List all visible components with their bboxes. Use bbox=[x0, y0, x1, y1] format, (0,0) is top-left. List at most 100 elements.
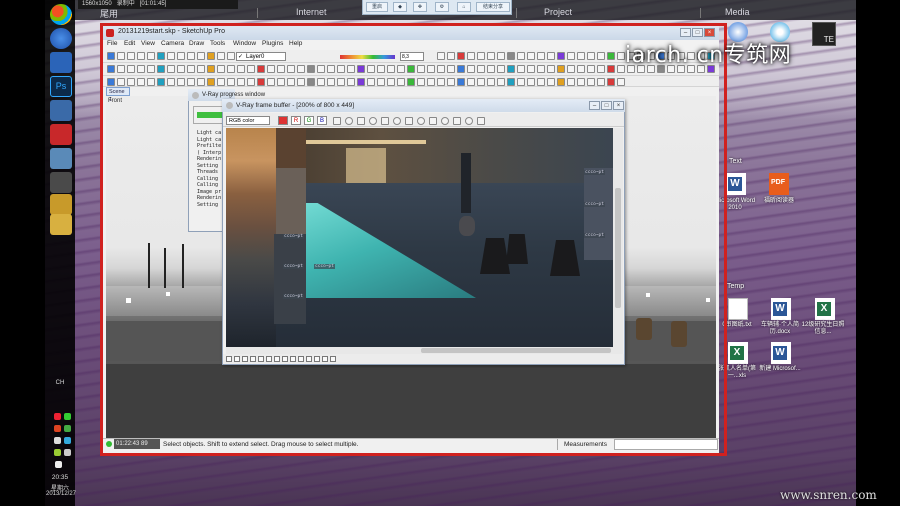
toolbar-tool-icon[interactable] bbox=[457, 78, 465, 86]
scene-tab[interactable]: Scene 1 bbox=[106, 87, 130, 103]
settings-icon[interactable]: ⚙ bbox=[435, 2, 449, 12]
toolbar-tool-icon[interactable] bbox=[477, 78, 485, 86]
taskbar-app-map-icon[interactable] bbox=[50, 100, 72, 121]
toolbar-tool-icon[interactable] bbox=[547, 78, 555, 86]
vray-fb-bottom-tool-icon[interactable] bbox=[330, 356, 336, 362]
toolbar-tool-icon[interactable] bbox=[377, 65, 385, 73]
toolbar-tool-icon[interactable] bbox=[607, 78, 615, 86]
toolbar-tool-icon[interactable] bbox=[127, 52, 135, 60]
toolbar-tool-icon[interactable] bbox=[187, 52, 195, 60]
toolbar-tool-icon[interactable] bbox=[127, 65, 135, 73]
toolbar-tool-icon[interactable] bbox=[527, 52, 535, 60]
toolbar-tool-icon[interactable] bbox=[337, 78, 345, 86]
vray-fb-bottom-tool-icon[interactable] bbox=[282, 356, 288, 362]
toolbar-tool-icon[interactable] bbox=[497, 65, 505, 73]
lock-icon[interactable]: ⌂ bbox=[457, 2, 471, 12]
toolbar-tool-icon[interactable] bbox=[417, 65, 425, 73]
toolbar-tool-icon[interactable] bbox=[537, 78, 545, 86]
toolbar-tool-icon[interactable] bbox=[477, 52, 485, 60]
tray-lime-icon[interactable] bbox=[54, 449, 61, 456]
toolbar-tool-icon[interactable] bbox=[217, 65, 225, 73]
taskbar-app-disc-icon[interactable] bbox=[50, 172, 72, 193]
toolbar-tool-icon[interactable] bbox=[257, 78, 265, 86]
toolbar-tool-icon[interactable] bbox=[317, 78, 325, 86]
vray-fb-bottom-tool-icon[interactable] bbox=[306, 356, 312, 362]
toolbar-tool-icon[interactable] bbox=[507, 78, 515, 86]
toolbar-tool-icon[interactable] bbox=[277, 65, 285, 73]
toolbar-tool-icon[interactable] bbox=[197, 78, 205, 86]
toolbar-tool-icon[interactable] bbox=[447, 78, 455, 86]
toolbar-tool-icon[interactable] bbox=[507, 52, 515, 60]
menu-window[interactable]: Window bbox=[233, 40, 256, 47]
menu-draw[interactable]: Draw bbox=[189, 40, 204, 47]
recorder-toolbar[interactable]: 1560x1050 录制中 [01:01:45] bbox=[78, 0, 238, 9]
red-channel-button[interactable]: R bbox=[291, 116, 301, 125]
menu-view[interactable]: View bbox=[141, 40, 155, 47]
toolbar-tool-icon[interactable] bbox=[537, 65, 545, 73]
vray-fb-bottom-tool-icon[interactable] bbox=[274, 356, 280, 362]
toolbar-tool-icon[interactable] bbox=[157, 65, 165, 73]
toolbar-tool-icon[interactable] bbox=[167, 52, 175, 60]
toolbar-tool-icon[interactable] bbox=[617, 52, 625, 60]
toolbar-tool-icon[interactable] bbox=[177, 78, 185, 86]
desktop-app-te-icon[interactable]: TE bbox=[812, 22, 836, 46]
toolbar-tool-icon[interactable] bbox=[147, 78, 155, 86]
desktop-word-icon[interactable]: W bbox=[726, 173, 746, 195]
toolbar-tool-icon[interactable] bbox=[547, 65, 555, 73]
toolbar-tool-icon[interactable] bbox=[567, 78, 575, 86]
toolbar-tool-icon[interactable] bbox=[197, 52, 205, 60]
toolbar-tool-icon[interactable] bbox=[597, 78, 605, 86]
toolbar-tool-icon[interactable] bbox=[427, 65, 435, 73]
taskbar-app-red-icon[interactable] bbox=[50, 124, 72, 145]
toolbar-tool-icon[interactable] bbox=[257, 65, 265, 73]
vray-fb-tool-icon[interactable] bbox=[465, 117, 473, 125]
toolbar-tool-icon[interactable] bbox=[167, 65, 175, 73]
toolbar-tool-icon[interactable] bbox=[617, 65, 625, 73]
toolbar-tool-icon[interactable] bbox=[147, 52, 155, 60]
toolbar-tool-icon[interactable] bbox=[157, 52, 165, 60]
toolbar-tool-icon[interactable] bbox=[497, 78, 505, 86]
toolbar-tool-icon[interactable] bbox=[587, 52, 595, 60]
menu-camera[interactable]: Camera bbox=[161, 40, 184, 47]
toolbar-tool-icon[interactable] bbox=[487, 52, 495, 60]
taskbar-app-photoshop-icon[interactable]: Ps bbox=[50, 76, 72, 97]
tray-shield-icon[interactable] bbox=[54, 413, 61, 420]
taskbar-app-browser-icon[interactable] bbox=[50, 28, 72, 49]
vray-fb-bottom-tool-icon[interactable] bbox=[234, 356, 240, 362]
toolbar-tool-icon[interactable] bbox=[387, 65, 395, 73]
desktop-pdf-reader-icon[interactable]: PDF bbox=[769, 173, 789, 195]
vray-fb-tool-icon[interactable] bbox=[429, 117, 437, 125]
toolbar-tool-icon[interactable] bbox=[157, 78, 165, 86]
blue-channel-button[interactable]: B bbox=[317, 116, 327, 125]
toolbar-tool-icon[interactable] bbox=[317, 65, 325, 73]
toolbar-tool-icon[interactable] bbox=[377, 78, 385, 86]
toolbar-tool-icon[interactable] bbox=[487, 78, 495, 86]
toolbar-tool-icon[interactable] bbox=[437, 78, 445, 86]
toolbar-tool-icon[interactable] bbox=[497, 52, 505, 60]
toolbar-tool-icon[interactable] bbox=[467, 78, 475, 86]
status-geo-icon[interactable] bbox=[106, 441, 112, 447]
toolbar-tool-icon[interactable] bbox=[337, 65, 345, 73]
scroll-thumb[interactable] bbox=[615, 188, 621, 308]
toolbar-tool-icon[interactable] bbox=[117, 65, 125, 73]
move-icon[interactable]: ✥ bbox=[413, 2, 427, 12]
menu-tools[interactable]: Tools bbox=[210, 40, 225, 47]
toolbar-tool-icon[interactable] bbox=[467, 52, 475, 60]
vray-fb-tool-icon[interactable] bbox=[345, 117, 353, 125]
vray-fb-tool-icon[interactable] bbox=[333, 117, 341, 125]
taskbar-app-doc-icon[interactable] bbox=[50, 148, 72, 169]
tray-red-icon[interactable] bbox=[54, 425, 61, 432]
toolbar-tool-icon[interactable] bbox=[517, 78, 525, 86]
toolbar-tool-icon[interactable] bbox=[527, 65, 535, 73]
vray-fb-minimize-button[interactable]: – bbox=[589, 101, 600, 110]
toolbar-tool-icon[interactable] bbox=[117, 78, 125, 86]
vray-fb-color-icon[interactable] bbox=[278, 116, 288, 125]
toolbar-tool-icon[interactable] bbox=[237, 78, 245, 86]
toolbar-tool-icon[interactable] bbox=[177, 65, 185, 73]
vray-fb-bottom-tool-icon[interactable] bbox=[290, 356, 296, 362]
toolbar-tool-icon[interactable] bbox=[447, 52, 455, 60]
taskbar-app-m-icon[interactable] bbox=[50, 52, 72, 73]
toolbar-tool-icon[interactable] bbox=[517, 52, 525, 60]
vray-fb-bottom-tool-icon[interactable] bbox=[266, 356, 272, 362]
toolbar-tool-icon[interactable] bbox=[607, 52, 615, 60]
